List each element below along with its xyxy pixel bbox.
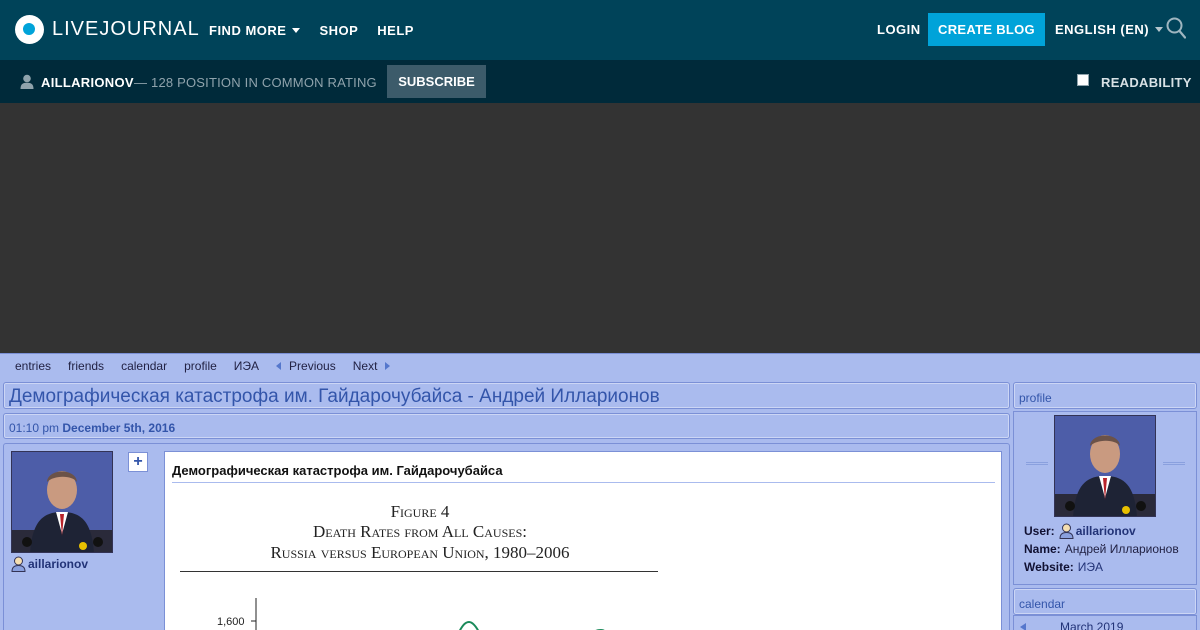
profile-name-row: Name: Андрей Илларионов (1024, 542, 1179, 556)
create-blog-button[interactable]: CREATE BLOG (928, 13, 1045, 46)
user-icon (11, 556, 26, 572)
journal-content: entries friends calendar profile ИЭА Pre… (0, 353, 1200, 630)
nav-shop[interactable]: SHOP (319, 23, 358, 38)
page-title: Демографическая катастрофа им. Гайдарочу… (9, 386, 660, 407)
logo-text: LIVEJOURNAL (52, 18, 200, 40)
journal-nav-entries[interactable]: entries (15, 359, 51, 373)
author-name: aillarionov (28, 557, 89, 571)
subscribe-button[interactable]: SUBSCRIBE (387, 65, 486, 98)
nav-help[interactable]: HELP (377, 23, 414, 38)
journal-nav-calendar[interactable]: calendar (121, 359, 167, 373)
figure-caption-line3: Russia versus European Union, 1980–2006 (270, 543, 570, 562)
figure-caption-line1: Figure 4 (390, 502, 450, 521)
chart-series-line (458, 620, 479, 630)
sidebar-profile-heading: profile (1013, 382, 1197, 409)
entry-body: Демографическая катастрофа им. Гайдарочу… (164, 451, 1002, 630)
add-to-memories-button[interactable]: + (128, 452, 148, 472)
profile-heading-label[interactable]: profile (1019, 391, 1052, 405)
nav-help-label: HELP (377, 22, 414, 38)
rating-text: — 128 POSITION IN COMMON RATING (134, 75, 377, 90)
divider (172, 482, 995, 483)
login-link[interactable]: LOGIN (877, 22, 921, 37)
plus-icon: + (133, 453, 143, 470)
entry-title-box: Демографическая катастрофа им. Гайдарочу… (3, 382, 1010, 409)
name-value: Андрей Илларионов (1064, 542, 1179, 556)
previous-link[interactable]: Previous (276, 359, 336, 373)
next-label: Next (352, 358, 378, 373)
figure-rule (180, 571, 658, 572)
journal-nav-profile[interactable]: profile (184, 359, 217, 373)
nav-find-more-label: FIND MORE (209, 22, 287, 38)
main-nav: FIND MORE SHOP HELP (209, 0, 433, 60)
calendar-heading-label[interactable]: calendar (1019, 597, 1065, 611)
language-label: ENGLISH (EN) (1055, 22, 1150, 37)
search-icon[interactable] (1166, 17, 1186, 39)
calendar-month[interactable]: March 2019 (1060, 620, 1123, 630)
sidebar-userpic[interactable] (1054, 415, 1156, 517)
profile-website-row: Website: ИЭА (1024, 560, 1103, 574)
readability-checkbox[interactable] (1077, 74, 1089, 86)
divider (1163, 462, 1185, 465)
author-link[interactable]: aillarionov (11, 556, 88, 572)
entry-time: 01:10 pm (9, 421, 60, 435)
author-userpic[interactable] (11, 451, 113, 553)
entry-date-box: 01:10 pm December 5th, 2016 (3, 413, 1010, 439)
figure-image: Figure 4 Death Rates from All Causes: Ru… (180, 502, 660, 630)
caret-down-icon (292, 27, 301, 33)
userpic-image (12, 452, 112, 552)
livejournal-logo-icon (15, 15, 44, 44)
calendar-prev-icon[interactable] (1020, 623, 1026, 630)
entry-subject: Демографическая катастрофа им. Гайдарочу… (172, 463, 503, 478)
sidebar: profile User: aillarionov Name: Андрей И… (1013, 382, 1197, 630)
user-value-link[interactable]: aillarionov (1076, 524, 1136, 538)
journal-nav-friends[interactable]: friends (68, 359, 104, 373)
journal-nav: entries friends calendar profile ИЭА Pre… (0, 354, 1200, 377)
userpic-image (1055, 416, 1155, 516)
journal-nav-iea[interactable]: ИЭА (234, 359, 259, 373)
profile-user-row: User: aillarionov (1024, 523, 1136, 539)
ad-placeholder-area (0, 103, 1200, 353)
calendar-widget: March 2019 (1013, 615, 1197, 630)
entry-date[interactable]: December 5th, 2016 (62, 421, 175, 435)
name-label: Name: (1024, 542, 1061, 556)
chart-y-tick-label: 1,600 (217, 616, 245, 628)
website-label: Website: (1024, 560, 1074, 574)
entry-box: aillarionov + Демографическая катастрофа… (3, 443, 1010, 630)
arrow-left-icon (276, 362, 282, 371)
next-link[interactable]: Next (353, 359, 391, 373)
arrow-right-icon (385, 362, 391, 371)
user-icon (1059, 523, 1074, 539)
user-icon (20, 74, 34, 89)
website-link[interactable]: ИЭА (1078, 560, 1103, 574)
figure-caption-line2: Death Rates from All Causes: (312, 522, 528, 541)
divider (1026, 462, 1048, 465)
nav-shop-label: SHOP (319, 22, 359, 38)
nav-find-more[interactable]: FIND MORE (209, 22, 301, 38)
caret-down-icon (1155, 27, 1164, 32)
previous-label: Previous (289, 358, 336, 373)
journal-username[interactable]: AILLARIONOV (41, 75, 134, 90)
user-label: User: (1024, 524, 1055, 538)
sidebar-calendar-heading: calendar (1013, 588, 1197, 615)
readability-label[interactable]: READABILITY (1101, 75, 1192, 90)
entry-column: Демографическая катастрофа им. Гайдарочу… (3, 382, 1010, 630)
livejournal-logo[interactable]: LIVEJOURNAL (15, 15, 200, 44)
language-selector[interactable]: ENGLISH (EN) (1055, 22, 1164, 37)
sidebar-profile-box: User: aillarionov Name: Андрей Илларионо… (1013, 411, 1197, 585)
top-navigation-bar: LIVEJOURNAL FIND MORE SHOP HELP LOGIN CR… (0, 0, 1200, 60)
journal-owner-bar: AILLARIONOV — 128 POSITION IN COMMON RAT… (0, 60, 1200, 103)
figure-chart (251, 598, 605, 630)
